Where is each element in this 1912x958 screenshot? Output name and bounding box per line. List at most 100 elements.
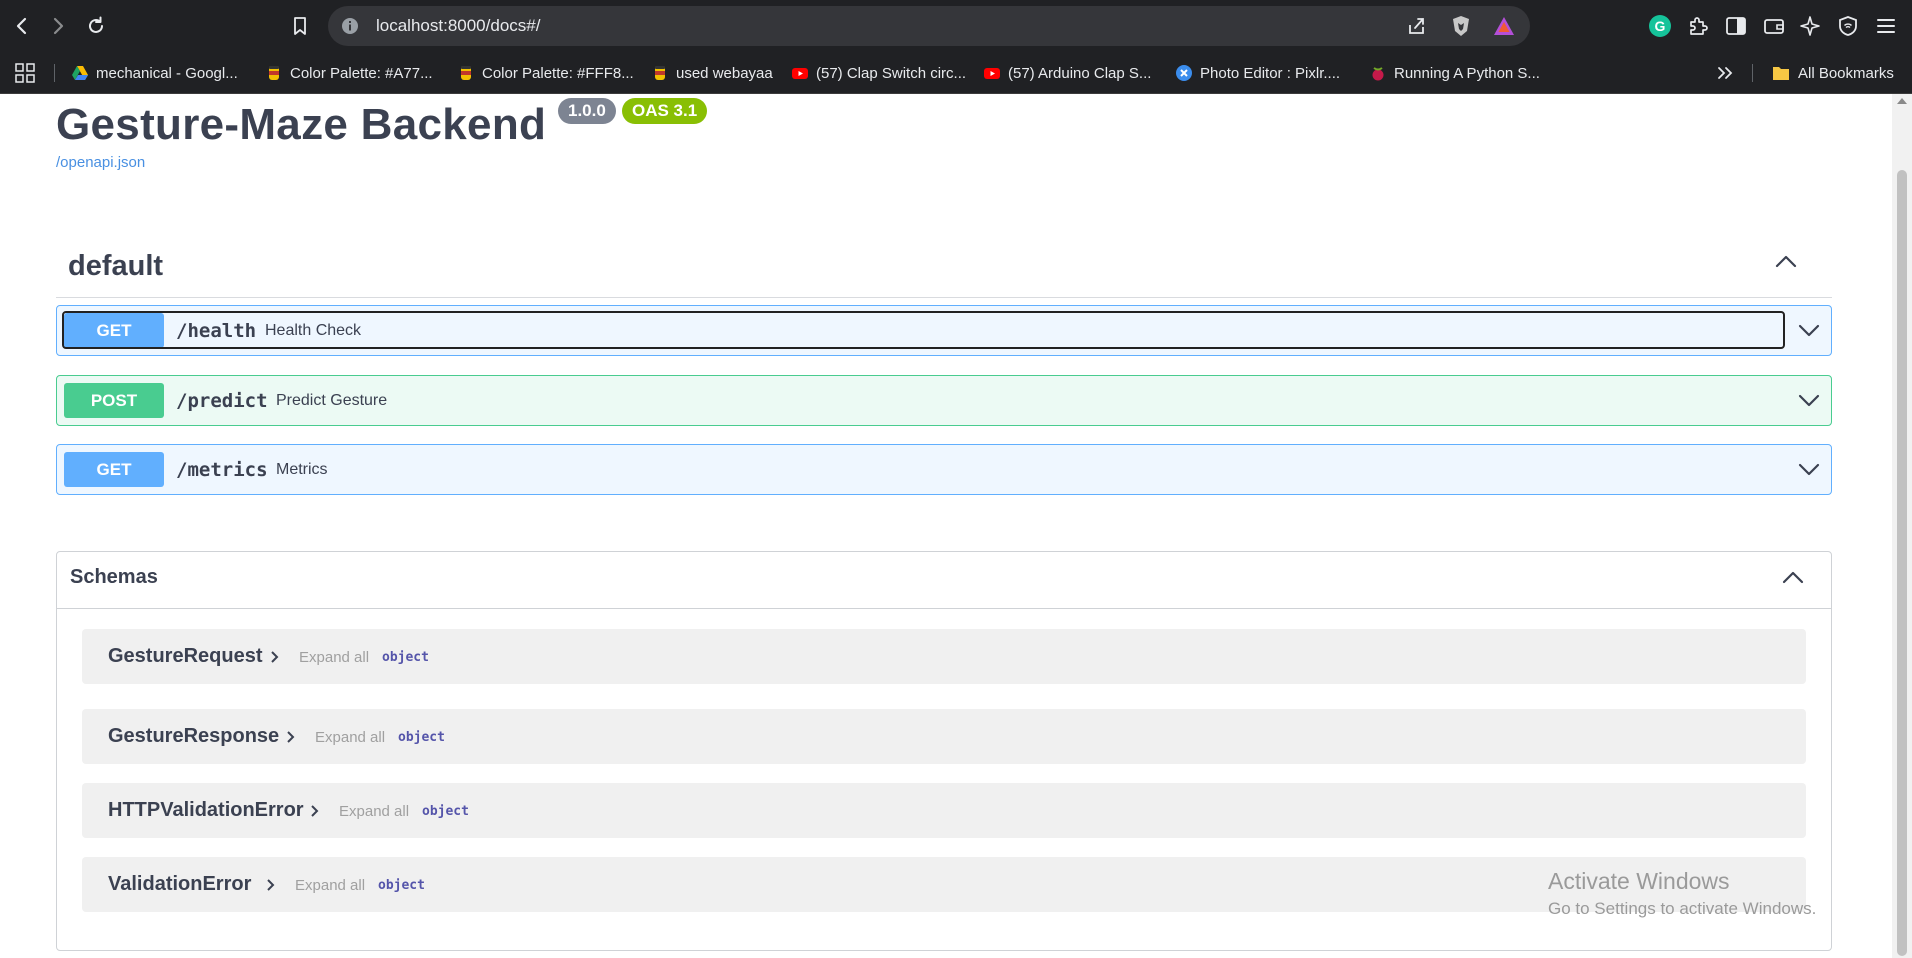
chevron-down-icon[interactable]	[1795, 455, 1823, 483]
windows-activation-watermark: Activate Windows Go to Settings to activ…	[1548, 868, 1816, 919]
sparkle-icon	[1800, 16, 1820, 36]
leo-ai-button[interactable]	[1796, 12, 1824, 40]
google-drive-icon	[72, 66, 88, 80]
back-arrow-icon	[16, 17, 27, 35]
youtube-icon	[792, 68, 808, 79]
api-title: Gesture-Maze Backend	[56, 100, 547, 149]
reload-button[interactable]	[80, 10, 112, 42]
schema-name[interactable]: GestureResponse	[108, 725, 279, 748]
bookmark-item[interactable]: Color Palette: #A77...	[266, 60, 433, 86]
scrollbar-thumb[interactable]	[1897, 170, 1907, 956]
grammarly-extension-icon[interactable]: G	[1646, 12, 1674, 40]
bookmark-item[interactable]: mechanical - Googl...	[72, 60, 238, 86]
palette-favicon-icon	[655, 66, 665, 80]
chevron-right-icon[interactable]	[286, 731, 296, 743]
sidebar-icon	[1726, 17, 1746, 35]
chevron-right-icon[interactable]	[270, 651, 280, 663]
more-bookmarks-icon[interactable]	[1716, 65, 1734, 81]
svg-text:G: G	[1655, 18, 1666, 34]
expand-all-button[interactable]: Expand all	[339, 803, 409, 820]
operation-post-predict[interactable]: POST /predict Predict Gesture	[56, 375, 1832, 426]
schemas-header[interactable]: Schemas	[57, 552, 1831, 609]
bookmark-item[interactable]: Photo Editor : Pixlr....	[1176, 60, 1340, 86]
operation-summary: Predict Gesture	[276, 392, 388, 409]
operation-path: /predict	[176, 390, 268, 412]
schema-type: object	[382, 650, 429, 665]
bookmark-icon	[294, 17, 306, 35]
forward-arrow-icon	[53, 17, 64, 35]
schema-name[interactable]: GestureRequest	[108, 645, 263, 668]
schema-name[interactable]: HTTPValidationError	[108, 799, 304, 822]
focus-ring	[62, 311, 1785, 349]
bookmarks-divider	[1752, 64, 1753, 82]
collapse-schemas-icon[interactable]	[1779, 564, 1807, 592]
operation-summary: Metrics	[276, 461, 328, 478]
bookmark-item[interactable]: used webayaa	[652, 60, 773, 86]
url-text[interactable]: localhost:8000/docs#/	[376, 16, 540, 36]
vpn-button[interactable]	[1834, 12, 1862, 40]
address-bar[interactable]: localhost:8000/docs#/	[328, 6, 1530, 46]
scroll-up-arrow-icon[interactable]	[1897, 98, 1907, 104]
bookmark-page-button[interactable]	[284, 10, 316, 42]
puzzle-icon	[1690, 17, 1708, 35]
bookmarks-divider	[54, 64, 55, 82]
all-bookmarks-button[interactable]: All Bookmarks	[1772, 60, 1894, 86]
brave-shields-icon[interactable]	[1450, 14, 1472, 38]
back-button[interactable]	[6, 10, 38, 42]
openapi-json-link[interactable]: /openapi.json	[56, 154, 145, 171]
operation-get-metrics[interactable]: GET /metrics Metrics	[56, 444, 1832, 495]
schema-type: object	[378, 878, 425, 893]
schema-type: object	[398, 730, 445, 745]
apps-grid-icon[interactable]	[14, 62, 36, 84]
bookmarks-bar: mechanical - Googl... Color Palette: #A7…	[0, 52, 1912, 94]
expand-all-button[interactable]: Expand all	[315, 729, 385, 746]
schema-item[interactable]: HTTPValidationError Expand all object	[82, 783, 1806, 838]
pixlr-icon	[1176, 65, 1192, 81]
share-icon[interactable]	[1406, 15, 1428, 37]
chevron-down-icon[interactable]	[1795, 386, 1823, 414]
schema-item[interactable]: GestureRequest Expand all object	[82, 629, 1806, 684]
palette-favicon-icon	[461, 66, 471, 80]
schema-type: object	[422, 804, 469, 819]
page-scrollbar[interactable]	[1892, 94, 1912, 958]
extensions-button[interactable]	[1684, 12, 1712, 40]
section-title[interactable]: default	[68, 250, 163, 283]
shield-icon	[1839, 16, 1857, 36]
bookmark-item[interactable]: (57) Arduino Clap S...	[984, 60, 1151, 86]
watermark-subtitle: Go to Settings to activate Windows.	[1548, 899, 1817, 918]
bookmark-item[interactable]: Running A Python S...	[1370, 60, 1540, 86]
sidebar-button[interactable]	[1722, 12, 1750, 40]
method-badge: GET	[64, 452, 164, 487]
operation-get-health[interactable]: GET /health Health Check	[56, 305, 1832, 356]
bookmark-item[interactable]: Color Palette: #FFF8...	[458, 60, 634, 86]
operation-path: /metrics	[176, 459, 268, 481]
method-badge: POST	[64, 383, 164, 418]
menu-button[interactable]	[1872, 12, 1900, 40]
brave-rewards-icon[interactable]	[1492, 15, 1516, 37]
youtube-icon	[984, 68, 1000, 79]
wallet-button[interactable]	[1760, 12, 1788, 40]
site-info-icon[interactable]	[340, 16, 360, 36]
swagger-page: Gesture-Maze Backend 1.0.0 OAS 3.1 /open…	[0, 94, 1892, 958]
schemas-title[interactable]: Schemas	[70, 566, 158, 589]
watermark-title: Activate Windows	[1548, 868, 1730, 894]
schema-name[interactable]: ValidationError	[108, 873, 251, 896]
wallet-icon	[1764, 19, 1784, 34]
raspberry-icon	[1372, 67, 1384, 81]
bookmark-item[interactable]: (57) Clap Switch circ...	[792, 60, 966, 86]
palette-favicon-icon	[269, 66, 279, 80]
expand-all-button[interactable]: Expand all	[299, 649, 369, 666]
hamburger-menu-icon	[1877, 19, 1895, 33]
collapse-section-icon[interactable]	[1772, 248, 1800, 276]
schema-item[interactable]: GestureResponse Expand all object	[82, 709, 1806, 764]
forward-button[interactable]	[42, 10, 74, 42]
browser-toolbar: localhost:8000/docs#/ G	[0, 0, 1912, 52]
chevron-down-icon[interactable]	[1795, 316, 1823, 344]
chevron-right-icon[interactable]	[266, 879, 276, 891]
grammarly-icon: G	[1649, 15, 1671, 37]
oas-badge: OAS 3.1	[622, 98, 708, 124]
version-badge: 1.0.0	[558, 98, 616, 124]
expand-all-button[interactable]: Expand all	[295, 877, 365, 894]
chevron-right-icon[interactable]	[310, 805, 320, 817]
folder-icon	[1773, 67, 1789, 80]
